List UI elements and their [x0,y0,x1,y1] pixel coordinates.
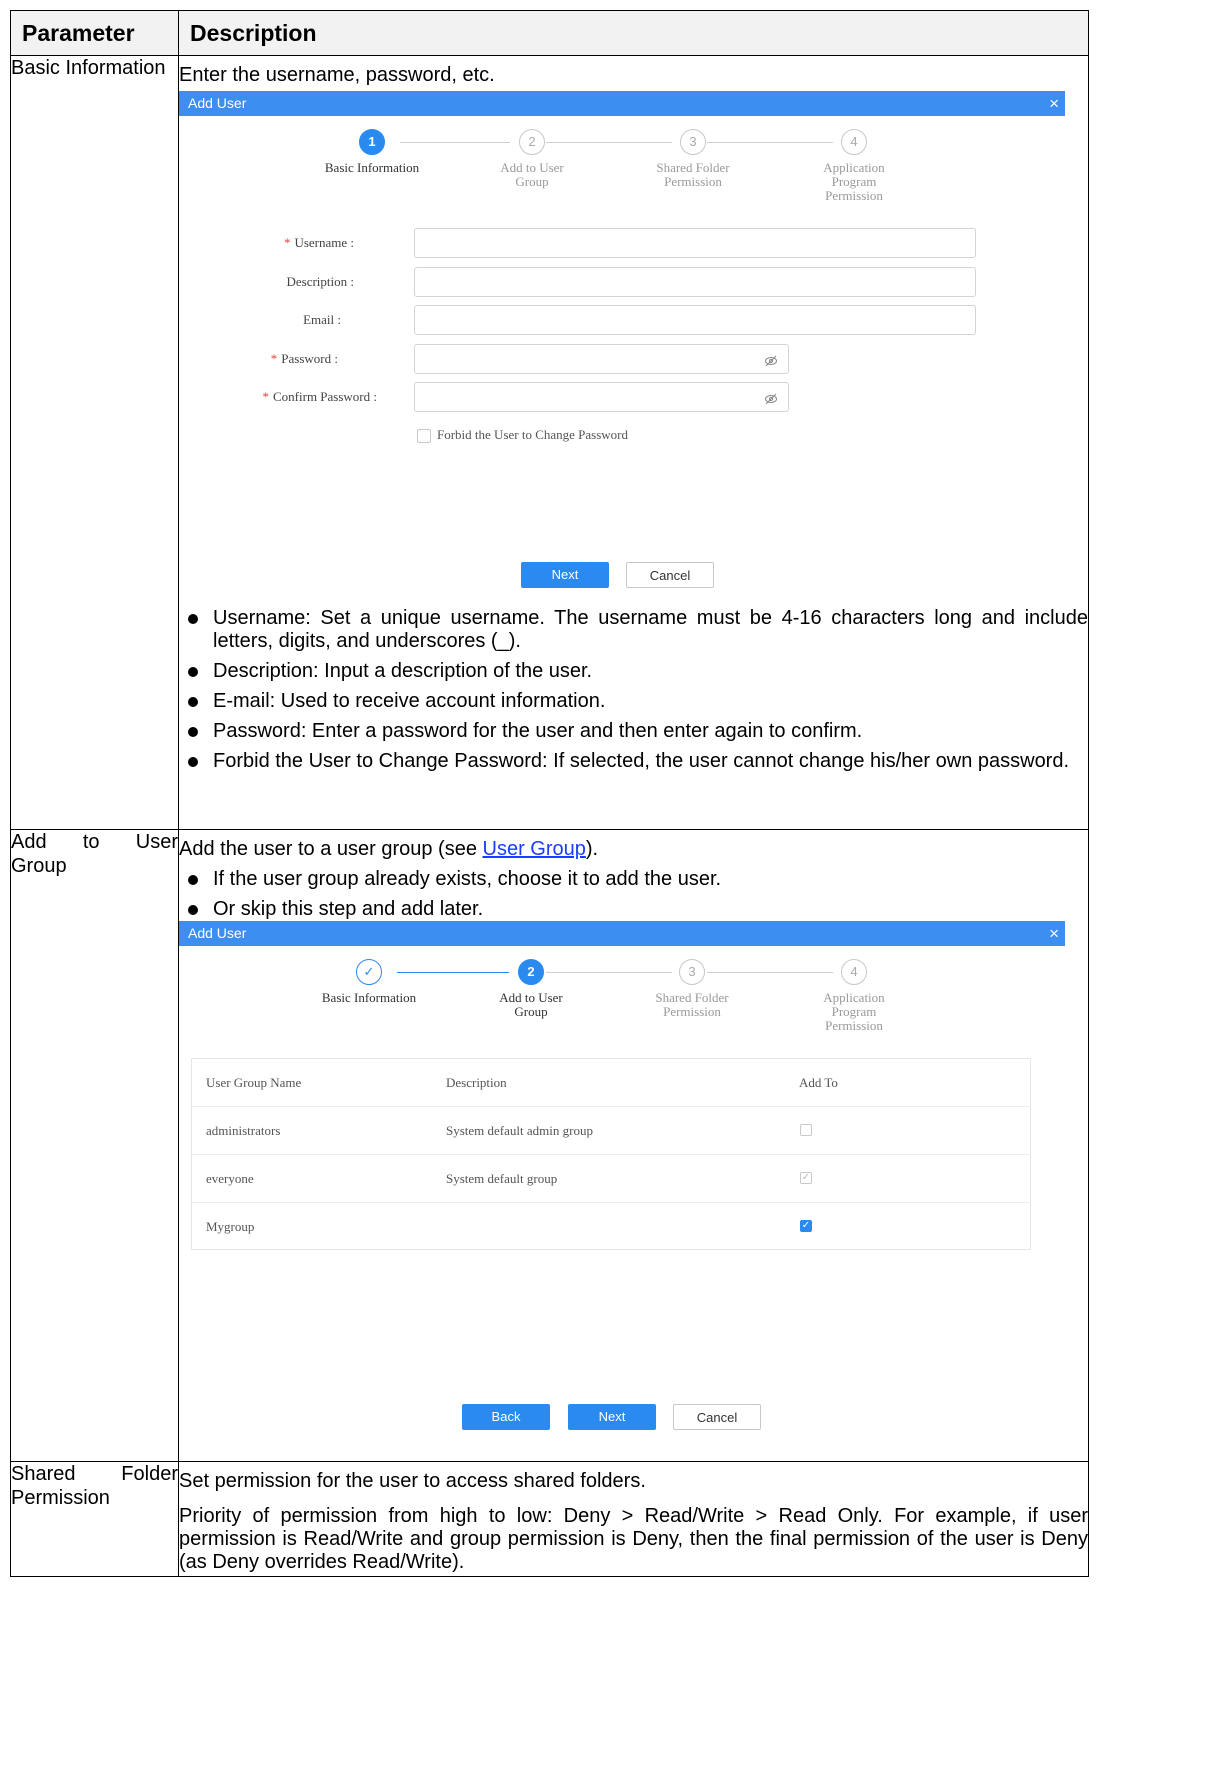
step-basic-information[interactable]: 1 Basic Information [312,129,432,175]
step-number: 3 [679,959,705,985]
table-row: administrators System default admin grou… [192,1107,1030,1155]
table-header-row: Parameter Description [10,10,1089,56]
step-label: Application Program Permission [823,160,885,203]
step-number: 4 [841,959,867,985]
step-label: Application Program Permission [823,990,885,1033]
col-user-group-name: User Group Name [206,1075,302,1090]
step-label: Shared Folder Permission [656,160,730,189]
email-label: Email : [303,312,341,327]
step-add-to-user-group[interactable]: 2 Add to User Group [471,959,591,1019]
eye-off-icon[interactable] [764,389,778,412]
confirm-password-input[interactable] [414,382,789,412]
header-parameter: Parameter [10,10,179,56]
list-item: If the user group already exists, choose… [179,868,1088,891]
step-label: Add to User Group [500,160,564,189]
step-number: 2 [519,129,545,155]
header-description: Description [178,10,1089,56]
add-user-dialog-step1: Add User × 1 Basic Information 2 Add to … [179,91,1065,601]
password-label: * Password : [270,351,338,366]
cancel-button[interactable]: Cancel [626,562,714,588]
list-item: Description: Input a description of the … [179,660,1088,683]
param-add-to-user-group: Add to User Group [10,829,179,1462]
close-icon[interactable]: × [1049,921,1059,946]
row1-bullets: Username: Set a unique username. The use… [179,607,1088,773]
username-input[interactable] [414,228,976,258]
group-name: everyone [206,1171,254,1186]
list-item: Or skip this step and add later. [179,898,1088,921]
forbid-change-password-label: Forbid the User to Change Password [437,427,629,442]
row2-intro: Add the user to a user group (see User G… [179,838,599,860]
step-label: Add to User Group [499,990,563,1019]
desc-shared-folder-permission: Set permission for the user to access sh… [178,1461,1089,1577]
col-description: Description [446,1075,507,1090]
list-item: Forbid the User to Change Password: If s… [179,750,1088,773]
next-button[interactable]: Next [568,1404,656,1430]
cancel-button[interactable]: Cancel [673,1404,761,1430]
add-user-dialog-step2: Add User × ✓ Basic Information 2 Add to … [179,921,1065,1441]
add-to-checkbox-checked[interactable]: ✓ [800,1220,812,1232]
row3-intro: Set permission for the user to access sh… [179,1470,646,1492]
step-label: Basic Information [324,160,420,175]
dialog-title: Add User [188,925,247,941]
back-button[interactable]: Back [462,1404,550,1430]
add-to-checkbox-disabled: ✓ [800,1172,812,1184]
confirm-password-label: * Confirm Password : [262,389,378,404]
dialog-titlebar: Add User × [179,921,1065,946]
row3-paragraph: Priority of permission from high to low:… [179,1505,1088,1573]
forbid-change-password-checkbox[interactable] [417,429,431,443]
group-description: System default admin group [446,1123,593,1138]
step-number: 3 [680,129,706,155]
password-input[interactable] [414,344,789,374]
step-shared-folder-permission[interactable]: 3 Shared Folder Permission [632,959,752,1019]
group-name: Mygroup [206,1219,255,1234]
list-item: E-mail: Used to receive account informat… [179,690,1088,713]
description-label: Description : [286,274,354,289]
table-row-basic-information: Basic Information Enter the username, pa… [10,55,1089,830]
group-description: System default group [446,1171,558,1186]
user-group-table: User Group Name Description Add To admin… [191,1058,1031,1250]
step-number: 1 [359,129,385,155]
step-label: Basic Information [321,990,417,1005]
description-input[interactable] [414,267,976,297]
list-item: Password: Enter a password for the user … [179,720,1088,743]
row2-bullets: If the user group already exists, choose… [179,868,1088,921]
step-add-to-user-group[interactable]: 2 Add to User Group [472,129,592,189]
step-basic-information[interactable]: ✓ Basic Information [309,959,429,1005]
close-icon[interactable]: × [1049,91,1059,116]
table-row: Mygroup ✓ [192,1203,1030,1250]
user-group-link[interactable]: User Group [483,838,586,860]
table-row-shared-folder-permission: Shared Folder Permission Set permission … [10,1461,1089,1577]
step-application-program-permission[interactable]: 4 Application Program Permission [794,129,914,203]
check-icon: ✓ [356,959,382,985]
table-row-add-to-user-group: Add to User Group Add the user to a user… [10,829,1089,1462]
desc-basic-information: Enter the username, password, etc. Add U… [178,55,1089,830]
add-to-checkbox[interactable] [800,1124,812,1136]
username-label: * Username : [283,235,354,250]
table-header-row: User Group Name Description Add To [192,1059,1030,1107]
col-add-to: Add To [799,1075,838,1090]
dialog-title: Add User [188,95,247,111]
row1-intro: Enter the username, password, etc. [179,64,495,86]
step-number: 4 [841,129,867,155]
next-button[interactable]: Next [521,562,609,588]
document: Parameter Description Basic Information … [10,10,1089,1577]
table-row: everyone System default group ✓ [192,1155,1030,1203]
step-application-program-permission[interactable]: 4 Application Program Permission [794,959,914,1033]
param-basic-information: Basic Information [10,55,179,830]
eye-off-icon[interactable] [764,351,778,374]
stepper: 1 Basic Information 2 Add to User Group … [179,116,1065,216]
step-shared-folder-permission[interactable]: 3 Shared Folder Permission [633,129,753,189]
parameter-table: Parameter Description Basic Information … [10,10,1089,1577]
list-item: Username: Set a unique username. The use… [179,607,1088,653]
step-number: 2 [518,959,544,985]
stepper: ✓ Basic Information 2 Add to User Group … [179,946,1065,1056]
group-name: administrators [206,1123,281,1138]
dialog-titlebar: Add User × [179,91,1065,116]
param-shared-folder-permission: Shared Folder Permission [10,1461,179,1577]
desc-add-to-user-group: Add the user to a user group (see User G… [178,829,1089,1462]
email-input[interactable] [414,305,976,335]
step-label: Shared Folder Permission [655,990,729,1019]
